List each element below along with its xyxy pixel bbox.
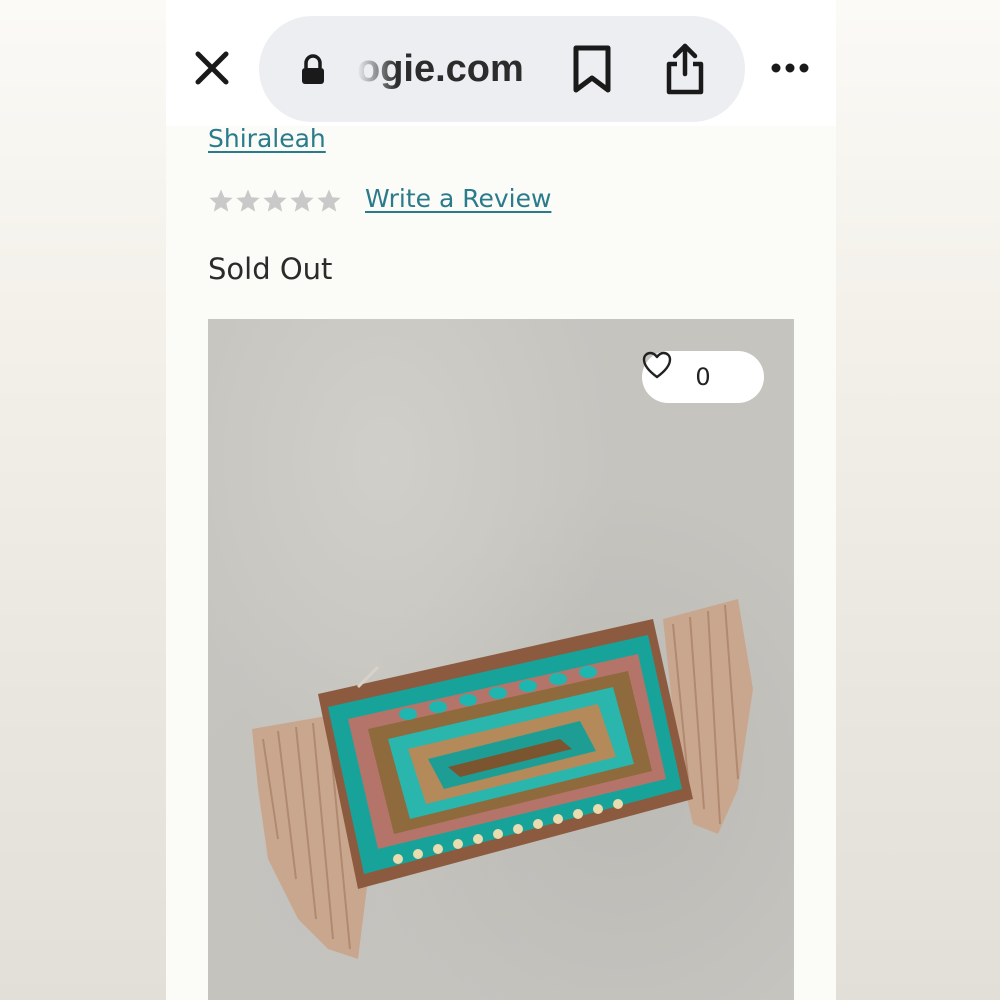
brand-link[interactable]: Shiraleah bbox=[208, 124, 326, 153]
lock-icon bbox=[302, 54, 324, 84]
star-rating bbox=[208, 188, 342, 214]
clutch-photo bbox=[252, 599, 753, 959]
bookmark-icon[interactable] bbox=[571, 44, 613, 94]
star-icon bbox=[290, 189, 314, 212]
stock-status: Sold Out bbox=[208, 252, 333, 286]
like-count: 0 bbox=[695, 363, 711, 391]
product-image[interactable]: 0 bbox=[208, 319, 794, 1000]
url-text: ogie.com bbox=[357, 48, 524, 90]
star-icon bbox=[209, 189, 233, 212]
star-icon bbox=[236, 189, 260, 212]
address-bar[interactable]: ogie.com bbox=[259, 16, 745, 122]
star-icon bbox=[263, 189, 287, 212]
browser-toolbar: ogie.com bbox=[166, 0, 836, 126]
more-options-button[interactable] bbox=[766, 52, 814, 84]
more-icon bbox=[771, 63, 809, 73]
write-review-link[interactable]: Write a Review bbox=[365, 184, 551, 213]
star-icon bbox=[317, 189, 341, 212]
phone-screen: ogie.com Shiraleah Write a Review Sold O… bbox=[166, 0, 836, 1000]
close-icon bbox=[195, 51, 229, 85]
heart-icon bbox=[642, 351, 672, 379]
blurred-left-margin bbox=[0, 0, 166, 1000]
blurred-right-margin bbox=[834, 0, 1000, 1000]
close-button[interactable] bbox=[192, 48, 232, 88]
share-icon[interactable] bbox=[663, 42, 707, 96]
clutch-body bbox=[318, 619, 693, 889]
like-button[interactable]: 0 bbox=[642, 351, 764, 403]
